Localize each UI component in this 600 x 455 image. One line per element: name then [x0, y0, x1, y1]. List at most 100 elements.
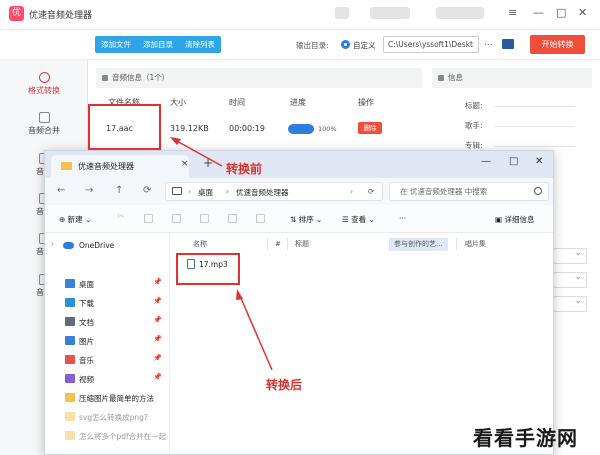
start-convert-button[interactable]: 开始转换	[530, 35, 585, 54]
pin-icon[interactable]: 📌	[153, 316, 162, 324]
pin-icon[interactable]: 📌	[153, 354, 162, 362]
info-album-field[interactable]	[495, 146, 575, 147]
breadcrumb-folder[interactable]: 优速音频处理器	[236, 187, 289, 198]
refresh-icon[interactable]: ⟳	[143, 185, 151, 196]
details-button[interactable]: ▣ 详细信息	[495, 214, 534, 225]
open-folder-icon[interactable]	[502, 39, 514, 49]
folder-icon	[65, 393, 75, 402]
maximize-icon[interactable]: □	[509, 156, 518, 167]
pin-icon[interactable]: 📌	[153, 373, 162, 381]
nav-item-documents[interactable]: 文档 📌	[45, 313, 170, 331]
pin-icon[interactable]: 📌	[153, 278, 162, 286]
paste-icon[interactable]	[172, 214, 181, 223]
progress-text: 100%	[318, 125, 337, 133]
dropdown-stub[interactable]	[553, 296, 587, 312]
nav-item-desktop[interactable]: 桌面 📌	[45, 275, 170, 293]
chevron-right-icon: ›	[188, 187, 191, 196]
highlight-box-after	[176, 253, 240, 285]
new-button[interactable]: ⊕ 新建 ⌄	[59, 214, 91, 225]
nav-item-folder[interactable]: 怎么将多个pdf合并在一起	[45, 427, 170, 445]
monitor-icon	[172, 187, 182, 195]
nav-item-music[interactable]: 音乐 📌	[45, 351, 170, 369]
address-input[interactable]: › 桌面 › 优速音频处理器 › ⟳	[165, 182, 383, 201]
file-explorer-window: 优速音频处理器 × + — □ ✕ ← → ↑ ⟳ › 桌面 › 优速音频处理器…	[44, 150, 554, 455]
add-file-button[interactable]: 添加文件	[95, 36, 137, 53]
breadcrumb-desktop[interactable]: 桌面	[198, 187, 213, 198]
search-input[interactable]: 在 优速音频处理器 中搜索	[389, 182, 549, 201]
sort-button[interactable]: ⇅ 排序 ⌄	[290, 214, 322, 225]
close-icon[interactable]: ✕	[578, 6, 587, 19]
custom-radio[interactable]	[341, 40, 350, 49]
folder-icon	[65, 412, 75, 421]
pin-icon[interactable]: 📌	[153, 297, 162, 305]
merge-icon	[38, 112, 50, 123]
sidebar-item-audio-merge[interactable]: 音频合并	[0, 112, 88, 136]
desktop-icon	[65, 279, 75, 288]
custom-radio-label[interactable]: 自定义	[353, 40, 376, 51]
copy-icon[interactable]	[144, 214, 153, 223]
rename-icon[interactable]	[200, 214, 209, 223]
search-icon	[534, 187, 542, 195]
delete-icon[interactable]	[256, 214, 265, 223]
nav-item-folder[interactable]: svg怎么转换成png?	[45, 408, 170, 426]
new-tab-icon[interactable]: +	[203, 156, 213, 170]
dropdown-stub[interactable]	[553, 272, 587, 288]
forward-icon[interactable]: →	[85, 185, 93, 196]
info-title-field[interactable]	[495, 106, 575, 107]
clear-list-button[interactable]: 清除列表	[179, 36, 221, 53]
back-icon[interactable]: ←	[57, 185, 65, 196]
col-title[interactable]: 标题	[295, 238, 309, 251]
col-time: 时间	[229, 98, 245, 107]
col-size: 大小	[170, 98, 186, 107]
chevron-right-icon[interactable]: ›	[350, 187, 353, 196]
col-name[interactable]: 名称	[193, 238, 207, 251]
browse-button[interactable]: ...	[484, 38, 493, 48]
nav-item-folder[interactable]: 压缩图片最简单的方法	[45, 389, 170, 407]
info-artist-label: 歌手:	[465, 121, 483, 130]
output-path-field[interactable]: C:\Users\yssoft1\Deskt	[383, 36, 479, 53]
up-icon[interactable]: ↑	[115, 185, 123, 196]
tab-close-icon[interactable]: ×	[181, 159, 189, 169]
nav-item-videos[interactable]: 视频 📌	[45, 370, 170, 388]
explorer-tab[interactable]: 优速音频处理器 ×	[51, 155, 189, 178]
minimize-icon[interactable]: —	[533, 6, 544, 19]
refresh-icon[interactable]: ⟳	[368, 187, 374, 196]
column-divider	[267, 238, 268, 251]
more-button[interactable]: ···	[399, 214, 406, 223]
file-actions: 添加文件 添加目录 清除列表	[95, 36, 221, 53]
folder-icon	[61, 162, 72, 170]
gear-icon	[438, 75, 444, 81]
tab-title: 优速音频处理器	[78, 162, 134, 171]
share-icon[interactable]	[228, 214, 237, 223]
user-avatar[interactable]	[335, 7, 349, 19]
add-folder-button[interactable]: 添加目录	[137, 36, 179, 53]
col-number[interactable]: #	[275, 238, 281, 251]
info-artist-field[interactable]	[495, 126, 575, 127]
maximize-icon[interactable]: □	[556, 6, 566, 19]
info-panel-header: 信息	[432, 68, 592, 88]
nav-item-pictures[interactable]: 图片 📌	[45, 332, 170, 350]
folder-icon	[65, 431, 75, 440]
menu-icon[interactable]: ≡	[508, 6, 517, 19]
col-album[interactable]: 唱片集	[465, 238, 486, 251]
nav-item-onedrive[interactable]: › OneDrive	[45, 237, 170, 255]
view-button[interactable]: ☰ 查看 ⌄	[342, 214, 375, 225]
label-after: 转换后	[266, 378, 303, 392]
delete-button[interactable]: 删除	[358, 122, 382, 134]
nav-item-downloads[interactable]: 下载 📌	[45, 294, 170, 312]
minimize-icon[interactable]: —	[481, 156, 491, 167]
info-title-label: 标题:	[465, 101, 483, 110]
cut-icon[interactable]: ✂	[117, 212, 126, 222]
col-artist[interactable]: 参与创作的艺...	[389, 238, 448, 251]
sidebar-item-format-convert[interactable]: 格式转换	[0, 72, 88, 96]
close-icon[interactable]: ✕	[535, 156, 543, 167]
dropdown-stub[interactable]	[553, 248, 587, 264]
row-time: 00:00:19	[229, 124, 265, 133]
column-divider	[456, 238, 457, 251]
chevron-right-icon[interactable]: ›	[51, 240, 54, 248]
file-panel-header: 音频信息（1个）	[96, 68, 422, 88]
panel-icon	[102, 75, 108, 81]
pin-icon[interactable]: 📌	[153, 335, 162, 343]
picture-icon	[65, 336, 75, 345]
app-titlebar: 优 优速音频处理器 ≡ — □ ✕	[0, 0, 600, 30]
